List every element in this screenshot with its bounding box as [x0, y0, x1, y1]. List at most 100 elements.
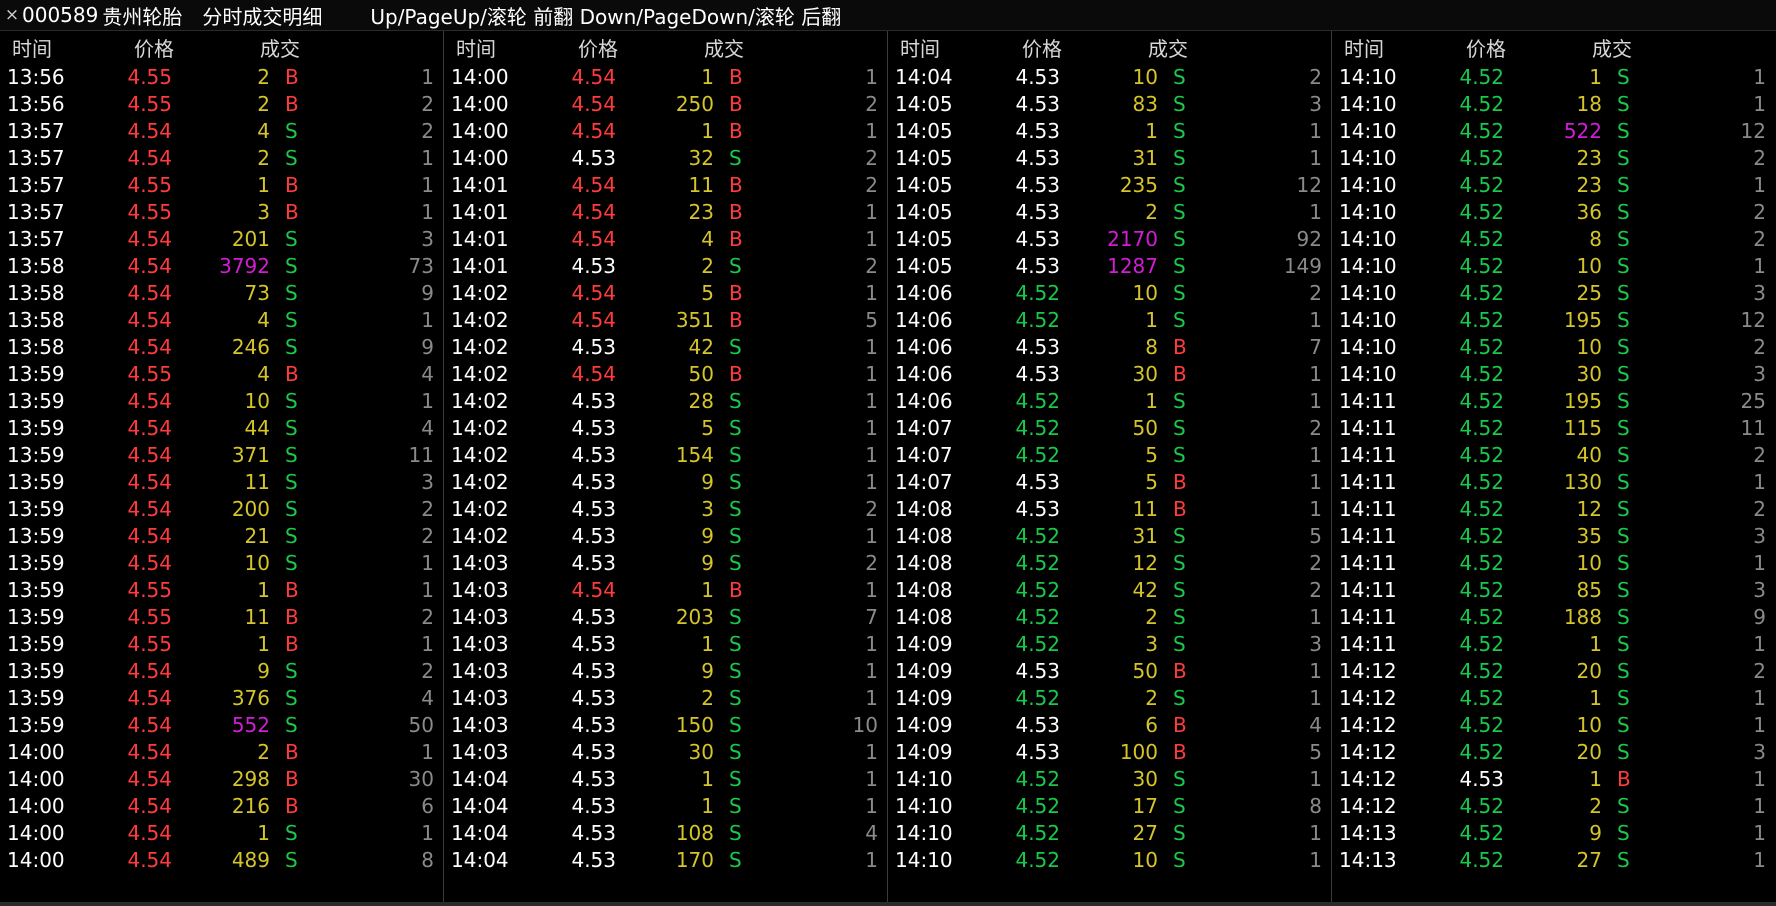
tick-row[interactable]: 13:59 4.54 552 S 50 — [0, 712, 443, 739]
tick-row[interactable]: 14:05 4.53 31 S 1 — [888, 145, 1331, 172]
tick-row[interactable]: 13:58 4.54 246 S 9 — [0, 334, 443, 361]
tick-row[interactable]: 13:59 4.54 11 S 3 — [0, 469, 443, 496]
tick-row[interactable]: 14:11 4.52 195 S 25 — [1332, 388, 1776, 415]
tick-row[interactable]: 14:02 4.53 28 S 1 — [444, 388, 887, 415]
tick-row[interactable]: 14:02 4.53 5 S 1 — [444, 415, 887, 442]
tick-row[interactable]: 14:02 4.53 3 S 2 — [444, 496, 887, 523]
tick-row[interactable]: 14:08 4.52 12 S 2 — [888, 550, 1331, 577]
tick-row[interactable]: 14:00 4.54 1 B 1 — [444, 118, 887, 145]
tick-row[interactable]: 14:02 4.53 9 S 1 — [444, 469, 887, 496]
tick-row[interactable]: 14:02 4.54 5 B 1 — [444, 280, 887, 307]
tick-row[interactable]: 14:03 4.53 203 S 7 — [444, 604, 887, 631]
tick-row[interactable]: 13:57 4.55 1 B 1 — [0, 172, 443, 199]
tick-row[interactable]: 14:02 4.54 351 B 5 — [444, 307, 887, 334]
tick-row[interactable]: 14:00 4.54 1 B 1 — [444, 64, 887, 91]
tick-row[interactable]: 14:05 4.53 235 S 12 — [888, 172, 1331, 199]
tick-row[interactable]: 14:13 4.52 9 S 1 — [1332, 820, 1776, 847]
tick-row[interactable]: 14:10 4.52 10 S 2 — [1332, 334, 1776, 361]
tick-row[interactable]: 14:10 4.52 1 S 1 — [1332, 64, 1776, 91]
tick-row[interactable]: 14:08 4.52 2 S 1 — [888, 604, 1331, 631]
tick-row[interactable]: 14:01 4.54 4 B 1 — [444, 226, 887, 253]
tick-row[interactable]: 14:03 4.53 1 S 1 — [444, 631, 887, 658]
tick-row[interactable]: 14:01 4.54 23 B 1 — [444, 199, 887, 226]
tick-row[interactable]: 13:59 4.55 1 B 1 — [0, 577, 443, 604]
tick-row[interactable]: 14:10 4.52 36 S 2 — [1332, 199, 1776, 226]
tick-row[interactable]: 13:59 4.54 200 S 2 — [0, 496, 443, 523]
tick-row[interactable]: 13:59 4.54 10 S 1 — [0, 550, 443, 577]
tick-row[interactable]: 14:05 4.53 2 S 1 — [888, 199, 1331, 226]
tick-row[interactable]: 14:01 4.54 11 B 2 — [444, 172, 887, 199]
tick-row[interactable]: 13:59 4.54 44 S 4 — [0, 415, 443, 442]
tick-row[interactable]: 14:08 4.52 31 S 5 — [888, 523, 1331, 550]
tick-row[interactable]: 14:10 4.52 27 S 1 — [888, 820, 1331, 847]
tick-row[interactable]: 14:01 4.53 2 S 2 — [444, 253, 887, 280]
tick-row[interactable]: 14:06 4.53 30 B 1 — [888, 361, 1331, 388]
tick-row[interactable]: 13:59 4.54 10 S 1 — [0, 388, 443, 415]
tick-row[interactable]: 14:12 4.52 20 S 3 — [1332, 739, 1776, 766]
tick-row[interactable]: 14:05 4.53 83 S 3 — [888, 91, 1331, 118]
tick-row[interactable]: 14:12 4.52 2 S 1 — [1332, 793, 1776, 820]
tick-row[interactable]: 14:09 4.53 50 B 1 — [888, 658, 1331, 685]
tick-row[interactable]: 14:02 4.53 154 S 1 — [444, 442, 887, 469]
tick-row[interactable]: 14:10 4.52 23 S 2 — [1332, 145, 1776, 172]
tick-row[interactable]: 14:03 4.53 150 S 10 — [444, 712, 887, 739]
tick-panel-1[interactable]: 时间 价格 成交 13:56 4.55 2 B 1 13:56 4.55 2 B 2 13:57 4.54 4… — [0, 31, 444, 903]
tick-row[interactable]: 14:09 4.53 100 B 5 — [888, 739, 1331, 766]
tick-row[interactable]: 14:00 4.53 32 S 2 — [444, 145, 887, 172]
tick-row[interactable]: 14:10 4.52 18 S 1 — [1332, 91, 1776, 118]
tick-row[interactable]: 14:09 4.52 3 S 3 — [888, 631, 1331, 658]
tick-row[interactable]: 14:06 4.53 8 B 7 — [888, 334, 1331, 361]
tick-row[interactable]: 13:57 4.54 4 S 2 — [0, 118, 443, 145]
tick-row[interactable]: 14:10 4.52 25 S 3 — [1332, 280, 1776, 307]
tick-row[interactable]: 14:07 4.52 50 S 2 — [888, 415, 1331, 442]
tick-row[interactable]: 14:04 4.53 1 S 1 — [444, 793, 887, 820]
tick-row[interactable]: 13:59 4.55 1 B 1 — [0, 631, 443, 658]
tick-row[interactable]: 13:58 4.54 73 S 9 — [0, 280, 443, 307]
tick-row[interactable]: 14:09 4.52 2 S 1 — [888, 685, 1331, 712]
tick-row[interactable]: 14:05 4.53 1 S 1 — [888, 118, 1331, 145]
tick-row[interactable]: 14:12 4.52 10 S 1 — [1332, 712, 1776, 739]
tick-row[interactable]: 14:00 4.54 298 B 30 — [0, 766, 443, 793]
tick-row[interactable]: 13:56 4.55 2 B 1 — [0, 64, 443, 91]
tick-row[interactable]: 13:57 4.55 3 B 1 — [0, 199, 443, 226]
tick-row[interactable]: 14:11 4.52 35 S 3 — [1332, 523, 1776, 550]
tick-row[interactable]: 14:10 4.52 30 S 1 — [888, 766, 1331, 793]
tick-row[interactable]: 14:10 4.52 10 S 1 — [1332, 253, 1776, 280]
tick-row[interactable]: 13:56 4.55 2 B 2 — [0, 91, 443, 118]
tick-row[interactable]: 14:07 4.53 5 B 1 — [888, 469, 1331, 496]
tick-row[interactable]: 14:03 4.54 1 B 1 — [444, 577, 887, 604]
tick-row[interactable]: 13:58 4.54 3792 S 73 — [0, 253, 443, 280]
tick-row[interactable]: 14:09 4.53 6 B 4 — [888, 712, 1331, 739]
tick-row[interactable]: 14:10 4.52 10 S 1 — [888, 847, 1331, 874]
tick-row[interactable]: 14:12 4.52 1 S 1 — [1332, 685, 1776, 712]
tick-row[interactable]: 14:11 4.52 130 S 1 — [1332, 469, 1776, 496]
tick-row[interactable]: 14:04 4.53 170 S 1 — [444, 847, 887, 874]
tick-row[interactable]: 14:02 4.53 42 S 1 — [444, 334, 887, 361]
tick-row[interactable]: 14:02 4.54 50 B 1 — [444, 361, 887, 388]
tick-row[interactable]: 14:03 4.53 9 S 2 — [444, 550, 887, 577]
tick-row[interactable]: 14:12 4.52 20 S 2 — [1332, 658, 1776, 685]
tick-row[interactable]: 14:08 4.53 11 B 1 — [888, 496, 1331, 523]
tick-row[interactable]: 14:00 4.54 489 S 8 — [0, 847, 443, 874]
tick-row[interactable]: 14:08 4.52 42 S 2 — [888, 577, 1331, 604]
tick-row[interactable]: 14:06 4.52 10 S 2 — [888, 280, 1331, 307]
tick-row[interactable]: 14:11 4.52 12 S 2 — [1332, 496, 1776, 523]
tick-row[interactable]: 13:59 4.54 376 S 4 — [0, 685, 443, 712]
close-icon[interactable]: × — [2, 5, 22, 25]
tick-row[interactable]: 14:12 4.53 1 B 1 — [1332, 766, 1776, 793]
tick-panel-3[interactable]: 时间 价格 成交 14:04 4.53 10 S 2 14:05 4.53 83 S 3 14:05 4.5… — [888, 31, 1332, 903]
tick-row[interactable]: 14:03 4.53 30 S 1 — [444, 739, 887, 766]
tick-row[interactable]: 14:10 4.52 8 S 2 — [1332, 226, 1776, 253]
tick-panel-4[interactable]: 时间 价格 成交 14:10 4.52 1 S 1 14:10 4.52 18 S 1 14:10 4.52… — [1332, 31, 1776, 903]
tick-row[interactable]: 14:11 4.52 85 S 3 — [1332, 577, 1776, 604]
tick-row[interactable]: 13:59 4.54 9 S 2 — [0, 658, 443, 685]
tick-row[interactable]: 14:04 4.53 10 S 2 — [888, 64, 1331, 91]
tick-row[interactable]: 14:10 4.52 17 S 8 — [888, 793, 1331, 820]
tick-panel-2[interactable]: 时间 价格 成交 14:00 4.54 1 B 1 14:00 4.54 250 B 2 14:00 4.5… — [444, 31, 888, 903]
tick-row[interactable]: 14:11 4.52 115 S 11 — [1332, 415, 1776, 442]
tick-row[interactable]: 13:59 4.55 4 B 4 — [0, 361, 443, 388]
tick-row[interactable]: 14:11 4.52 1 S 1 — [1332, 631, 1776, 658]
tick-row[interactable]: 13:58 4.54 4 S 1 — [0, 307, 443, 334]
tick-row[interactable]: 14:13 4.52 27 S 1 — [1332, 847, 1776, 874]
tick-row[interactable]: 14:05 4.53 2170 S 92 — [888, 226, 1331, 253]
